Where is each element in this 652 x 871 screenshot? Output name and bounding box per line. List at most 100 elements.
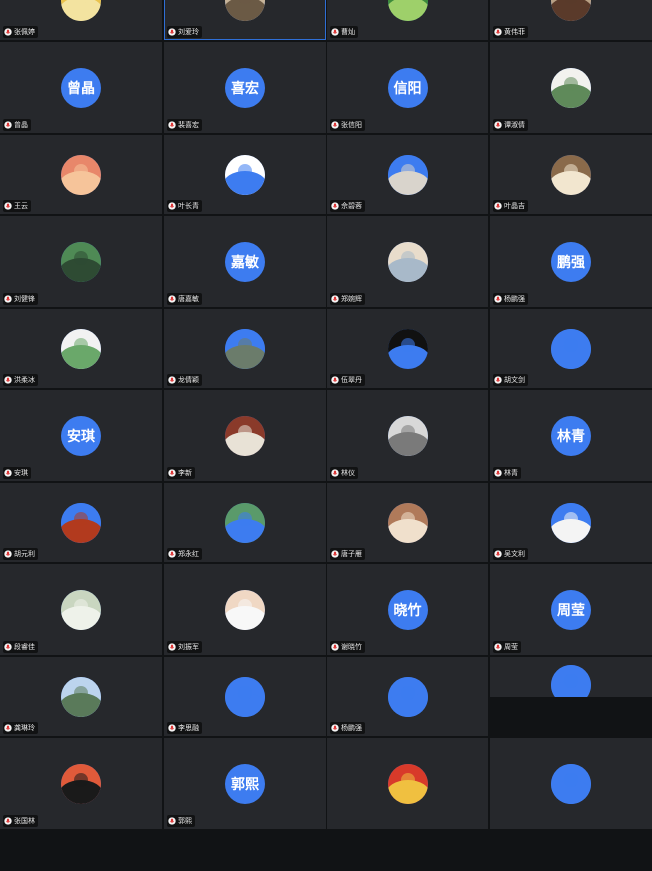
avatar-photo [61, 241, 101, 282]
participant-name: 佘碧蓉 [341, 202, 362, 210]
participant-tile[interactable] [490, 657, 652, 697]
microphone-muted-icon [4, 643, 12, 651]
participant-tile[interactable]: 鹏强 杨鹏强 [490, 216, 652, 307]
participant-name-label: 唐子雁 [330, 548, 365, 560]
participant-name-label: 郑永红 [167, 548, 202, 560]
microphone-muted-icon [494, 469, 502, 477]
microphone-muted-icon [331, 202, 339, 210]
microphone-muted-icon [494, 550, 502, 558]
video-grid: 张佩婷 刘爱玲 曹灿 黄伟菲 曾晶 曾晶 喜宏 裴喜宏 信阳 张信阳 谭淑倩 王云 叶长青 佘碧蓉 叶晶吉刘… [0, 0, 652, 871]
avatar-photo [225, 154, 265, 195]
participant-tile[interactable]: 胡元利 [0, 483, 162, 562]
participant-name-label: 佘碧蓉 [330, 200, 365, 212]
participant-tile[interactable] [327, 738, 488, 829]
avatar-photo [61, 676, 101, 717]
participant-tile[interactable]: 郑婉辉 [327, 216, 488, 307]
participant-tile[interactable]: 信阳 张信阳 [327, 42, 488, 133]
participant-tile[interactable]: 黄伟菲 [490, 0, 652, 40]
participant-tile[interactable]: 龙倩颖 [164, 309, 326, 388]
microphone-muted-icon [168, 202, 176, 210]
participant-tile[interactable]: 喜宏 裴喜宏 [164, 42, 326, 133]
participant-tile[interactable]: 胡文剑 [490, 309, 652, 388]
participant-name-label: 刘健锋 [3, 293, 38, 305]
participant-tile[interactable]: 唐子雁 [327, 483, 488, 562]
participant-name-label: 张国林 [3, 815, 38, 827]
participant-tile[interactable]: 曾晶 曾晶 [0, 42, 162, 133]
microphone-muted-icon [168, 28, 176, 36]
microphone-muted-icon [4, 724, 12, 732]
participant-tile[interactable]: 龚琳玲 [0, 657, 162, 736]
avatar-photo [387, 415, 428, 456]
microphone-muted-icon [4, 295, 12, 303]
microphone-muted-icon [4, 202, 12, 210]
microphone-muted-icon [168, 469, 176, 477]
participant-name-label: 郭熙 [167, 815, 195, 827]
microphone-muted-icon [494, 202, 502, 210]
participant-name-label: 杨鹏强 [493, 293, 528, 305]
participant-name-label: 安琪 [3, 467, 31, 479]
participant-tile[interactable]: 叶晶吉 [490, 135, 652, 214]
avatar-photo [61, 328, 101, 369]
participant-tile[interactable]: 张国林 [0, 738, 162, 829]
microphone-muted-icon [168, 817, 176, 825]
avatar-photo [387, 676, 428, 717]
participant-tile[interactable]: 张佩婷 [0, 0, 162, 40]
participant-tile[interactable]: 刘健锋 [0, 216, 162, 307]
microphone-muted-icon [331, 469, 339, 477]
microphone-muted-icon [494, 643, 502, 651]
participant-name: 曾晶 [14, 121, 28, 129]
participant-tile[interactable]: 刘振军 [164, 564, 326, 655]
avatar-initials: 喜宏 [225, 67, 265, 108]
participant-tile[interactable]: 吴文利 [490, 483, 652, 562]
participant-name-label: 李思融 [167, 722, 202, 734]
avatar-photo [225, 415, 265, 456]
participant-tile[interactable]: 李思融 [164, 657, 326, 736]
participant-tile[interactable]: 刘爱玲 [164, 0, 326, 40]
participant-name: 周莹 [504, 643, 518, 651]
microphone-muted-icon [331, 724, 339, 732]
participant-tile[interactable]: 郭熙 郭熙 [164, 738, 326, 829]
participant-tile[interactable]: 王云 [0, 135, 162, 214]
participant-tile[interactable]: 洪柔冰 [0, 309, 162, 388]
participant-tile[interactable] [490, 738, 652, 829]
microphone-muted-icon [494, 376, 502, 384]
participant-tile[interactable]: 段睿佳 [0, 564, 162, 655]
participant-tile[interactable]: 郑永红 [164, 483, 326, 562]
participant-tile[interactable]: 伍翠丹 [327, 309, 488, 388]
participant-tile[interactable]: 林青 林青 [490, 390, 652, 481]
avatar-photo [61, 763, 101, 804]
participant-tile[interactable]: 杨鹏强 [327, 657, 488, 736]
avatar-photo [551, 0, 591, 21]
participant-name: 林青 [504, 469, 518, 477]
microphone-muted-icon [494, 28, 502, 36]
participant-name: 刘健锋 [14, 295, 35, 303]
participant-tile[interactable]: 佘碧蓉 [327, 135, 488, 214]
participant-name-label: 吴文利 [493, 548, 528, 560]
participant-name-label: 杨鹏强 [330, 722, 365, 734]
participant-name: 杨鹏强 [341, 724, 362, 732]
participant-tile[interactable]: 李新 [164, 390, 326, 481]
participant-name-label: 黄伟菲 [493, 26, 528, 38]
avatar-photo [387, 763, 428, 804]
avatar-initials: 曾晶 [61, 67, 101, 108]
avatar-text: 曾晶 [67, 80, 95, 97]
participant-name: 龚琳玲 [14, 724, 35, 732]
participant-name-label: 林青 [493, 467, 521, 479]
participant-name: 谭淑倩 [504, 121, 525, 129]
microphone-muted-icon [168, 376, 176, 384]
participant-tile[interactable]: 曹灿 [327, 0, 488, 40]
participant-tile[interactable]: 嘉敏 唐嘉敏 [164, 216, 326, 307]
participant-name: 唐嘉敏 [178, 295, 199, 303]
microphone-muted-icon [4, 121, 12, 129]
microphone-muted-icon [168, 121, 176, 129]
participant-tile[interactable]: 谭淑倩 [490, 42, 652, 133]
participant-tile[interactable]: 安琪 安琪 [0, 390, 162, 481]
microphone-muted-icon [494, 121, 502, 129]
microphone-muted-icon [331, 28, 339, 36]
microphone-muted-icon [168, 643, 176, 651]
participant-tile[interactable]: 周莹 周莹 [490, 564, 652, 655]
avatar-photo [551, 665, 591, 697]
participant-tile[interactable]: 晓竹 谢晓竹 [327, 564, 488, 655]
participant-tile[interactable]: 林仪 [327, 390, 488, 481]
participant-tile[interactable]: 叶长青 [164, 135, 326, 214]
